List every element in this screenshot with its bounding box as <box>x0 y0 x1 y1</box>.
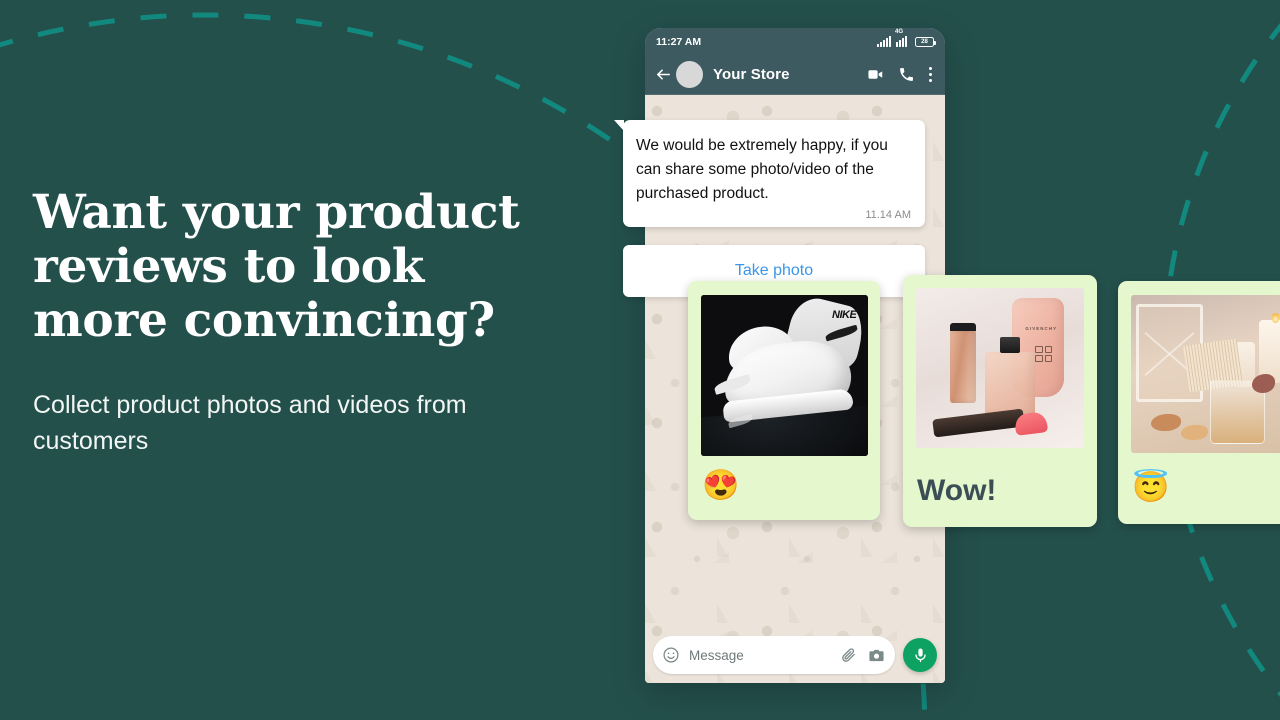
chat-app-bar: Your Store <box>645 55 945 95</box>
photo-card-cosmetics[interactable]: GIVENCHY Wow! <box>903 275 1097 527</box>
voice-call-icon[interactable] <box>898 66 915 83</box>
status-bar-time: 11:27 AM <box>656 35 702 48</box>
microphone-button[interactable] <box>903 638 937 672</box>
card-caption: 😍 <box>702 469 740 502</box>
take-photo-label: Take photo <box>734 262 814 279</box>
message-composer: Message <box>645 636 945 674</box>
chat-message-bubble: We would be extremely happy, if you can … <box>614 120 925 227</box>
message-timestamp: 11.14 AM <box>865 209 911 221</box>
microphone-icon <box>914 648 926 662</box>
photo-card-candles[interactable]: 😇 <box>1118 281 1280 524</box>
message-text: We would be extremely happy, if you can … <box>636 137 888 202</box>
card-caption: Wow! <box>917 474 997 507</box>
sneaker-photo: NIKE <box>701 295 868 456</box>
page-subtitle: Collect product photos and videos from c… <box>33 391 467 455</box>
cosmetics-photo: GIVENCHY <box>916 288 1084 448</box>
chat-contact-name: Your Store <box>713 66 790 83</box>
message-placeholder: Message <box>689 647 744 663</box>
emoji-icon[interactable] <box>662 646 680 664</box>
signal-bars-4g-icon: 4G <box>895 29 910 47</box>
message-input[interactable]: Message <box>653 636 895 674</box>
nike-logo-text: NIKE <box>832 309 857 322</box>
avatar[interactable] <box>676 61 703 88</box>
page-title: Want your product reviews to look more c… <box>33 185 520 348</box>
paperclip-icon[interactable] <box>840 647 857 664</box>
back-arrow-icon[interactable] <box>655 66 672 83</box>
battery-level: 28 <box>921 39 928 45</box>
network-label: 4G <box>895 29 904 35</box>
battery-icon: 28 <box>915 37 936 47</box>
promo-banner: Want your product reviews to look more c… <box>0 0 1280 720</box>
signal-bars-icon <box>877 36 891 47</box>
card-caption: 😇 <box>1132 471 1170 504</box>
overflow-menu-icon[interactable] <box>929 67 933 82</box>
promo-copy: Want your product reviews to look more c… <box>33 186 553 459</box>
candles-photo <box>1131 295 1280 453</box>
video-call-icon[interactable] <box>867 66 884 83</box>
camera-icon[interactable] <box>868 647 885 664</box>
status-bar: 11:27 AM 4G 28 <box>645 28 945 55</box>
photo-card-sneaker[interactable]: NIKE 😍 <box>688 281 880 520</box>
